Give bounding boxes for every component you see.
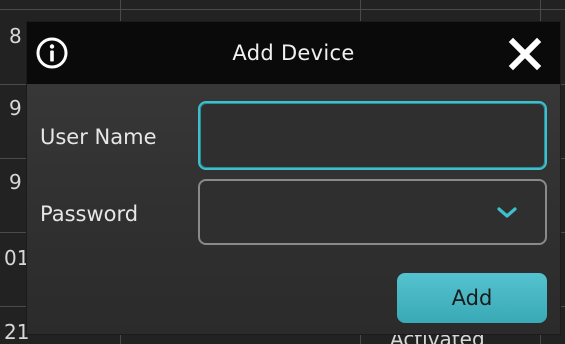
dialog-title: Add Device [232,41,355,65]
info-icon[interactable] [35,36,69,70]
username-input[interactable] [198,101,547,170]
table-cell-id: 01 [4,246,30,270]
dialog-titlebar: Add Device [27,22,560,84]
add-button[interactable]: Add [397,273,547,323]
password-label: Password [40,202,139,226]
table-cell-id: 9 [9,170,22,194]
password-select[interactable] [198,179,547,245]
username-label: User Name [40,125,157,149]
add-device-dialog: Add Device User Name Password Add [27,22,560,334]
close-icon[interactable] [507,36,543,72]
table-cell-id: 21 [4,320,30,344]
table-row-divider [0,9,565,10]
chevron-down-icon[interactable] [497,206,517,220]
app-stage: 8 9 9 01 21 Activated Add Device User Na… [0,0,565,344]
table-cell-id: 8 [9,24,22,48]
table-cell-id: 9 [9,96,22,120]
